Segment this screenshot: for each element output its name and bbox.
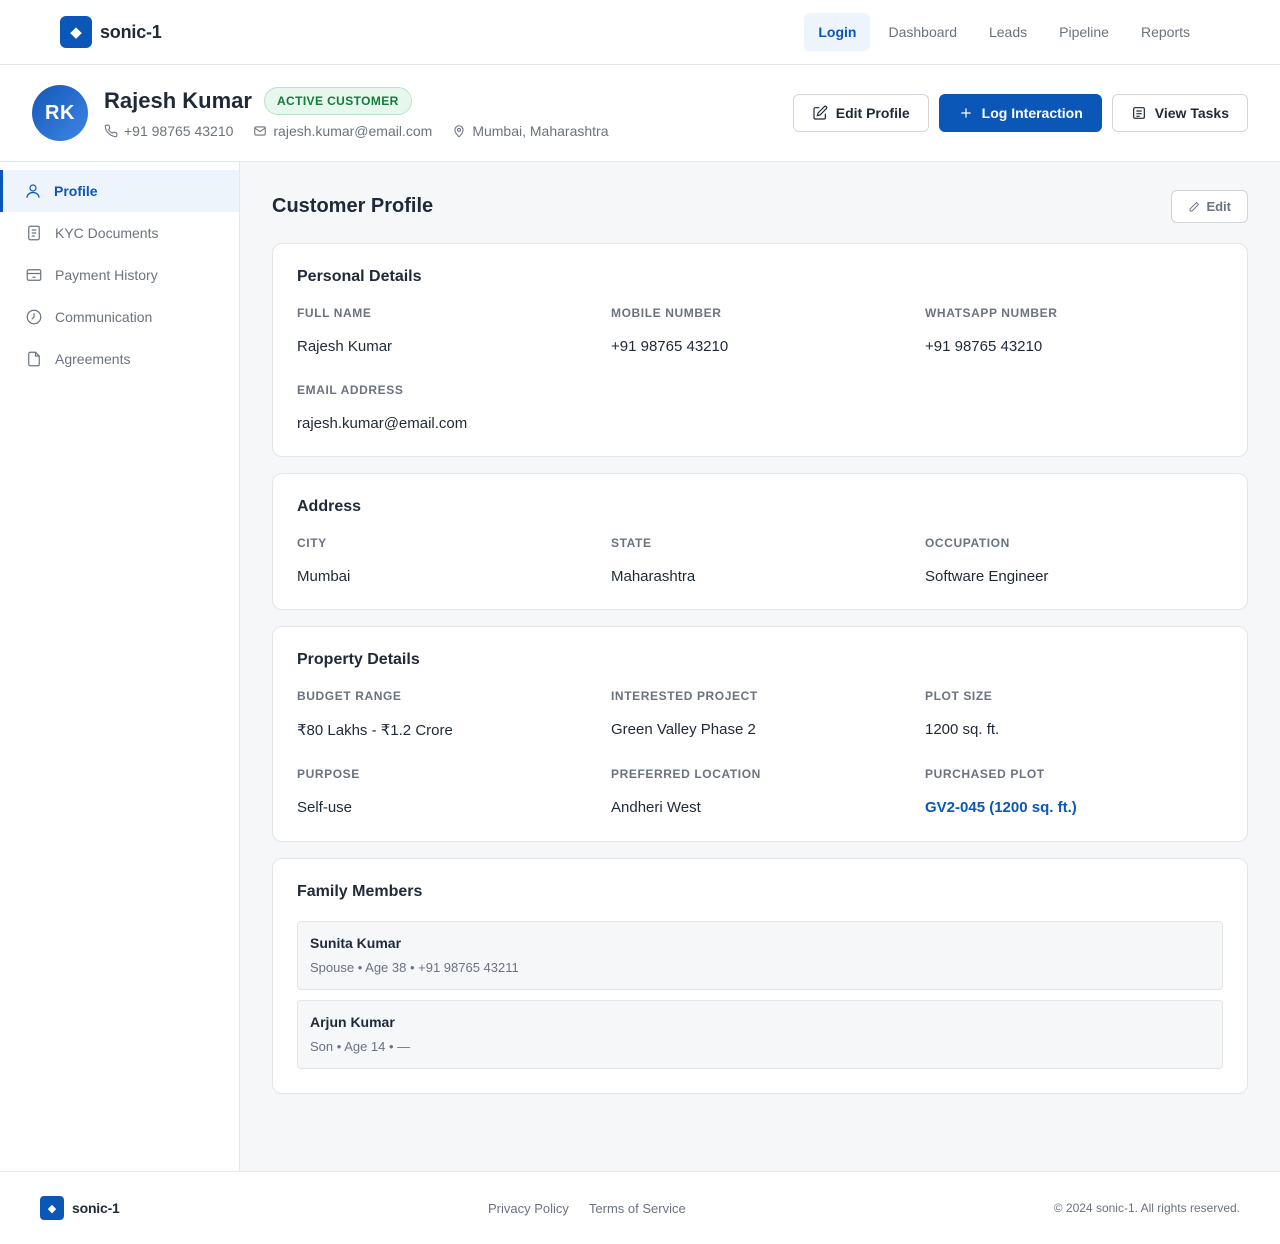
customer-info: Rajesh Kumar ACTIVE CUSTOMER +91 98765 4… — [104, 87, 608, 139]
family-members-card: Family Members Sunita Kumar Spouse • Age… — [272, 858, 1248, 1094]
brand[interactable]: ◆ sonic-1 — [60, 16, 162, 48]
family-member-name: Sunita Kumar — [310, 935, 402, 951]
nav-dashboard[interactable]: Dashboard — [872, 13, 973, 51]
header-actions: Edit Profile Log Interaction View Tasks — [792, 94, 1248, 132]
list-item: Sunita Kumar Spouse • Age 38 • +91 98765… — [297, 921, 1223, 990]
field-email-address: EMAIL ADDRESS rajesh.kumar@email.com — [297, 383, 468, 432]
edit-button[interactable]: Edit — [1171, 190, 1248, 223]
edit-profile-button[interactable]: Edit Profile — [792, 94, 929, 132]
status-badge: ACTIVE CUSTOMER — [263, 87, 412, 115]
customer-header: RK Rajesh Kumar ACTIVE CUSTOMER +91 9876… — [0, 65, 1280, 162]
card-title: Personal Details — [297, 268, 422, 285]
field-city: CITY Mumbai — [297, 536, 351, 585]
sidebar-item-kyc-documents[interactable]: KYC Documents — [0, 212, 239, 254]
family-member-meta: Son • Age 14 • — — [310, 1039, 411, 1054]
family-member-name: Arjun Kumar — [310, 1014, 395, 1030]
pencil-icon — [1189, 201, 1200, 211]
footer-links: Privacy Policy Terms of Service — [488, 1201, 686, 1216]
privacy-policy-link[interactable]: Privacy Policy — [488, 1201, 569, 1216]
family-member-meta: Spouse • Age 38 • +91 98765 43211 — [310, 960, 519, 975]
list-item: Arjun Kumar Son • Age 14 • — — [297, 1000, 1223, 1069]
field-purchased-plot: PURCHASED PLOT GV2-045 (1200 sq. ft.) — [925, 767, 1077, 816]
footer: ◆ sonic-1 Privacy Policy Terms of Servic… — [0, 1171, 1280, 1244]
card-title: Address — [297, 498, 362, 515]
field-full-name: FULL NAME Rajesh Kumar — [297, 306, 393, 355]
edit-icon — [813, 105, 828, 120]
field-interested-project: INTERESTED PROJECT Green Valley Phase 2 — [611, 689, 758, 738]
customer-phone: +91 98765 43210 — [104, 123, 233, 139]
footer-brand-name: sonic-1 — [72, 1200, 120, 1216]
brand-name: sonic-1 — [100, 21, 162, 42]
field-whatsapp-number: WHATSAPP NUMBER +91 98765 43210 — [925, 306, 1058, 355]
tasks-icon — [1132, 107, 1145, 119]
sidebar-item-communication[interactable]: Communication — [0, 296, 239, 338]
plus-icon — [961, 108, 971, 118]
nav-leads[interactable]: Leads — [973, 13, 1043, 51]
copyright: © 2024 sonic-1. All rights reserved. — [1053, 1201, 1240, 1215]
sidebar-item-payment-history[interactable]: Payment History — [0, 254, 239, 296]
property-details-card: Property Details BUDGET RANGE ₹80 Lakhs … — [272, 626, 1248, 842]
mail-icon — [254, 126, 267, 136]
page-title: Customer Profile — [272, 195, 434, 217]
nav-links: Login Dashboard Leads Pipeline Reports — [804, 13, 1206, 51]
content-area: Profile KYC Documents Payment History Co… — [0, 162, 1280, 1172]
main-content: Customer Profile Edit Personal Details F… — [240, 162, 1280, 1172]
field-occupation: OCCUPATION Software Engineer — [925, 536, 1049, 585]
view-tasks-button[interactable]: View Tasks — [1111, 94, 1248, 132]
payment-icon — [26, 269, 42, 281]
nav-login[interactable]: Login — [804, 13, 871, 51]
field-budget-range: BUDGET RANGE ₹80 Lakhs - ₹1.2 Crore — [297, 689, 453, 739]
customer-location: Mumbai, Maharashtra — [452, 123, 608, 139]
card-title: Family Members — [297, 883, 423, 900]
field-purpose: PURPOSE Self-use — [297, 767, 360, 816]
brand-logo-icon: ◆ — [40, 1196, 64, 1220]
log-interaction-button[interactable]: Log Interaction — [938, 94, 1102, 132]
top-navigation: ◆ sonic-1 Login Dashboard Leads Pipeline… — [0, 0, 1280, 65]
file-icon — [28, 351, 40, 367]
purchased-plot-link[interactable]: GV2-045 (1200 sq. ft.) — [925, 799, 1077, 816]
document-icon — [28, 225, 40, 241]
brand-logo-icon: ◆ — [60, 16, 92, 48]
customer-email: rajesh.kumar@email.com — [253, 123, 432, 139]
field-mobile-number: MOBILE NUMBER +91 98765 43210 — [611, 306, 729, 355]
sidebar: Profile KYC Documents Payment History Co… — [0, 162, 240, 1172]
field-state: STATE Maharashtra — [611, 536, 696, 585]
location-pin-icon — [454, 125, 464, 138]
phone-icon — [104, 124, 118, 138]
card-title: Property Details — [297, 651, 420, 668]
customer-name: Rajesh Kumar — [104, 88, 252, 113]
field-preferred-location: PREFERRED LOCATION Andheri West — [611, 767, 761, 816]
footer-brand[interactable]: ◆ sonic-1 — [40, 1196, 120, 1220]
sidebar-item-agreements[interactable]: Agreements — [0, 338, 239, 380]
field-plot-size: PLOT SIZE 1200 sq. ft. — [925, 689, 1000, 738]
nav-reports[interactable]: Reports — [1125, 13, 1206, 51]
address-card: Address CITY Mumbai STATE Maharashtra OC… — [272, 473, 1248, 610]
personal-details-card: Personal Details FULL NAME Rajesh Kumar … — [272, 243, 1248, 457]
sidebar-item-profile[interactable]: Profile — [0, 170, 239, 212]
terms-of-service-link[interactable]: Terms of Service — [589, 1201, 686, 1216]
clock-icon — [26, 309, 42, 325]
user-icon — [26, 184, 40, 198]
avatar: RK — [32, 85, 88, 141]
nav-pipeline[interactable]: Pipeline — [1043, 13, 1125, 51]
